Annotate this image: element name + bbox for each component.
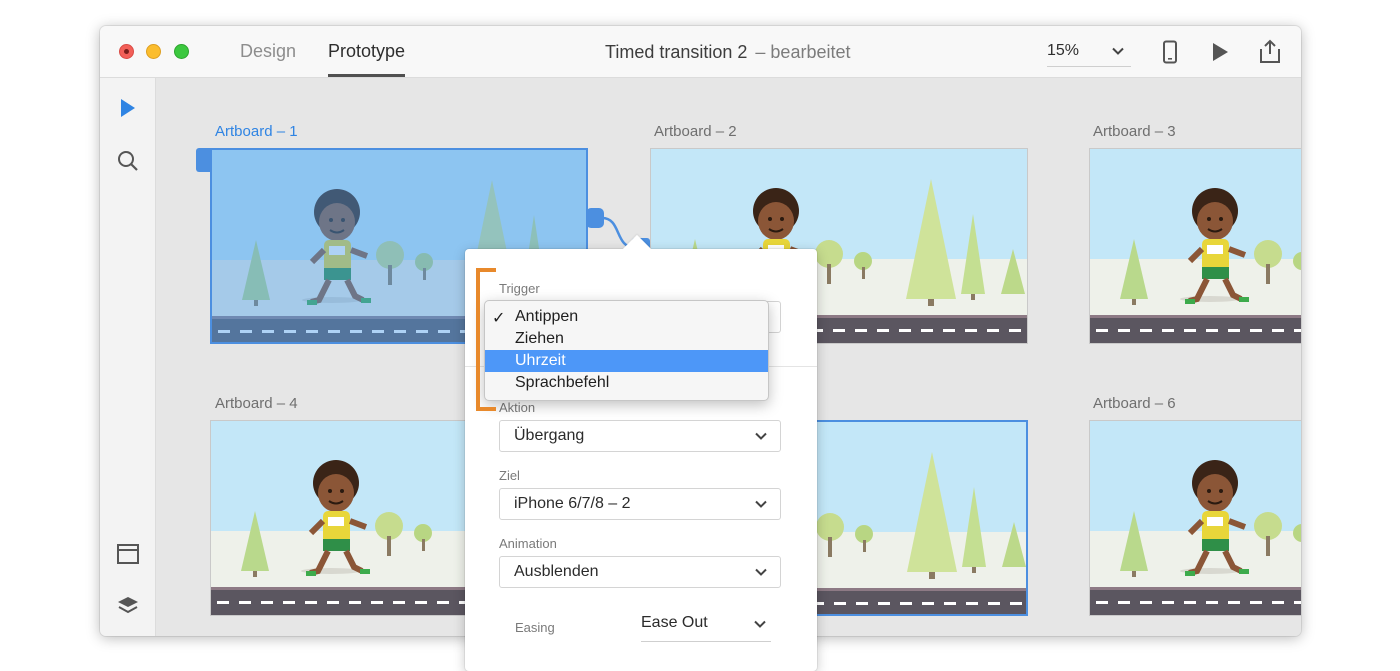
play-icon[interactable] <box>1210 42 1230 62</box>
trigger-dropdown-menu: ✓ Antippen Ziehen Uhrzeit Sprachbefehl <box>484 300 769 401</box>
annotation-bracket <box>476 268 496 411</box>
zoom-light[interactable] <box>174 44 189 59</box>
target-value: iPhone 6/7/8 – 2 <box>514 495 631 512</box>
trigger-label: Trigger <box>499 281 540 296</box>
chevron-down-icon <box>754 620 766 628</box>
tab-prototype[interactable]: Prototype <box>328 41 406 77</box>
zoom-select[interactable]: 15% <box>1047 42 1131 67</box>
action-value: Übergang <box>514 427 585 444</box>
menu-item-label: Antippen <box>515 308 579 325</box>
share-icon[interactable] <box>1258 39 1282 64</box>
target-select[interactable]: iPhone 6/7/8 – 2 <box>499 488 781 520</box>
select-arrow-icon[interactable] <box>120 98 136 118</box>
search-icon[interactable] <box>117 150 139 172</box>
easing-select[interactable]: Ease Out <box>641 614 771 642</box>
easing-value: Ease Out <box>641 614 708 631</box>
document-title: Timed transition 2 – bearbeitet <box>605 42 850 63</box>
layers-icon[interactable] <box>117 596 139 616</box>
tab-design[interactable]: Design <box>240 41 296 77</box>
chevron-down-icon <box>755 568 767 576</box>
animation-label: Animation <box>499 536 557 551</box>
artboard-label[interactable]: Artboard – 3 <box>1093 123 1176 140</box>
chevron-down-icon <box>755 500 767 508</box>
artboard-6[interactable] <box>1089 420 1301 616</box>
left-toolbar <box>100 78 156 636</box>
animation-value: Ausblenden <box>514 563 599 580</box>
action-label: Aktion <box>499 400 536 415</box>
artboard-label[interactable]: Artboard – 1 <box>215 123 298 140</box>
menu-item-label: Ziehen <box>515 330 564 347</box>
zoom-value: 15% <box>1047 42 1080 59</box>
close-light[interactable] <box>119 44 134 59</box>
target-label: Ziel <box>499 468 520 483</box>
menu-item-label: Sprachbefehl <box>515 374 610 391</box>
artboard-label[interactable]: Artboard – 4 <box>215 395 298 412</box>
artboard-3[interactable] <box>1089 148 1301 344</box>
menu-item-antippen[interactable]: ✓ Antippen <box>485 306 768 328</box>
easing-label: Easing <box>515 620 555 635</box>
title-bar: Design Prototype Timed transition 2 – bea… <box>100 26 1301 78</box>
menu-item-ziehen[interactable]: Ziehen <box>485 328 768 350</box>
menu-item-uhrzeit[interactable]: Uhrzeit <box>485 350 768 372</box>
menu-item-sprachbefehl[interactable]: Sprachbefehl <box>485 372 768 394</box>
animation-select[interactable]: Ausblenden <box>499 556 781 588</box>
artboard-label[interactable]: Artboard – 6 <box>1093 395 1176 412</box>
document-status: – bearbeitet <box>755 42 851 62</box>
artboard-icon[interactable] <box>117 544 139 564</box>
home-marker[interactable] <box>196 148 210 172</box>
phone-preview-icon[interactable] <box>1162 40 1178 64</box>
artboard-scene <box>1090 421 1301 616</box>
artboard-label[interactable]: Artboard – 2 <box>654 123 737 140</box>
menu-item-label: Uhrzeit <box>515 352 566 369</box>
chevron-down-icon <box>755 432 767 440</box>
action-select[interactable]: Übergang <box>499 420 781 452</box>
minimize-light[interactable] <box>146 44 161 59</box>
artboard-scene <box>1090 149 1301 344</box>
chevron-down-icon <box>1112 47 1124 55</box>
document-name: Timed transition 2 <box>605 42 748 62</box>
